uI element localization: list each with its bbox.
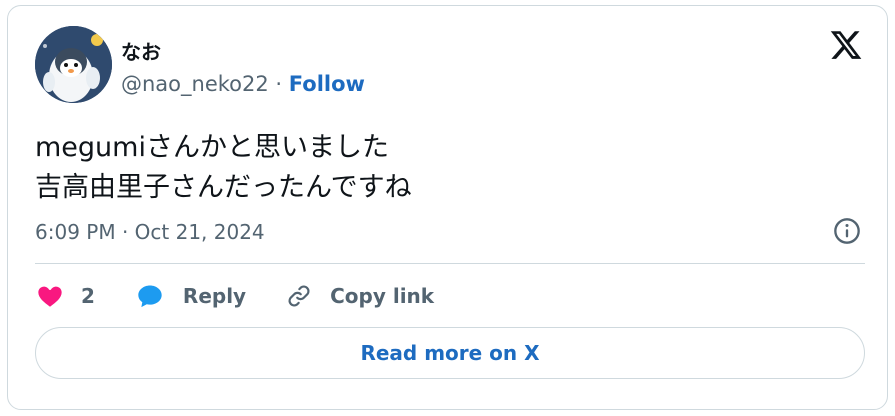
author-handle-row: @nao_neko22 · Follow: [121, 72, 365, 96]
speech-bubble-icon: [138, 285, 162, 308]
tweet-timestamp[interactable]: 6:09 PM · Oct 21, 2024: [35, 220, 265, 244]
action-bar: 2 Reply Copy link: [35, 281, 434, 311]
handle-separator: ·: [268, 72, 289, 96]
x-logo-icon[interactable]: [828, 28, 864, 62]
tweet-text: megumiさんかと思いました 吉高由里子さんだったんですね: [35, 128, 412, 208]
read-more-button[interactable]: Read more on X: [35, 327, 865, 379]
author-handle[interactable]: @nao_neko22: [121, 72, 269, 96]
reply-button[interactable]: Reply: [135, 282, 246, 310]
copy-link-button[interactable]: Copy link: [284, 282, 434, 310]
read-more-label: Read more on X: [360, 341, 540, 365]
divider: [35, 263, 865, 264]
info-icon[interactable]: [833, 217, 861, 245]
avatar[interactable]: [35, 26, 112, 103]
author-display-name[interactable]: なお: [121, 36, 161, 65]
tweet-text-line: megumiさんかと思いました: [35, 132, 389, 163]
like-button[interactable]: 2: [35, 282, 95, 310]
tweet-embed-card: なお @nao_neko22 · Follow megumiさんかと思いました …: [7, 5, 888, 410]
follow-button[interactable]: Follow: [289, 72, 365, 96]
like-count: 2: [81, 284, 95, 308]
copy-link-label: Copy link: [330, 284, 435, 308]
tweet-text-line: 吉高由里子さんだったんですね: [35, 172, 412, 203]
link-icon: [288, 285, 310, 307]
avatar-penguin-image: [35, 26, 112, 103]
reply-label: Reply: [182, 284, 247, 308]
heart-icon: [38, 286, 62, 307]
